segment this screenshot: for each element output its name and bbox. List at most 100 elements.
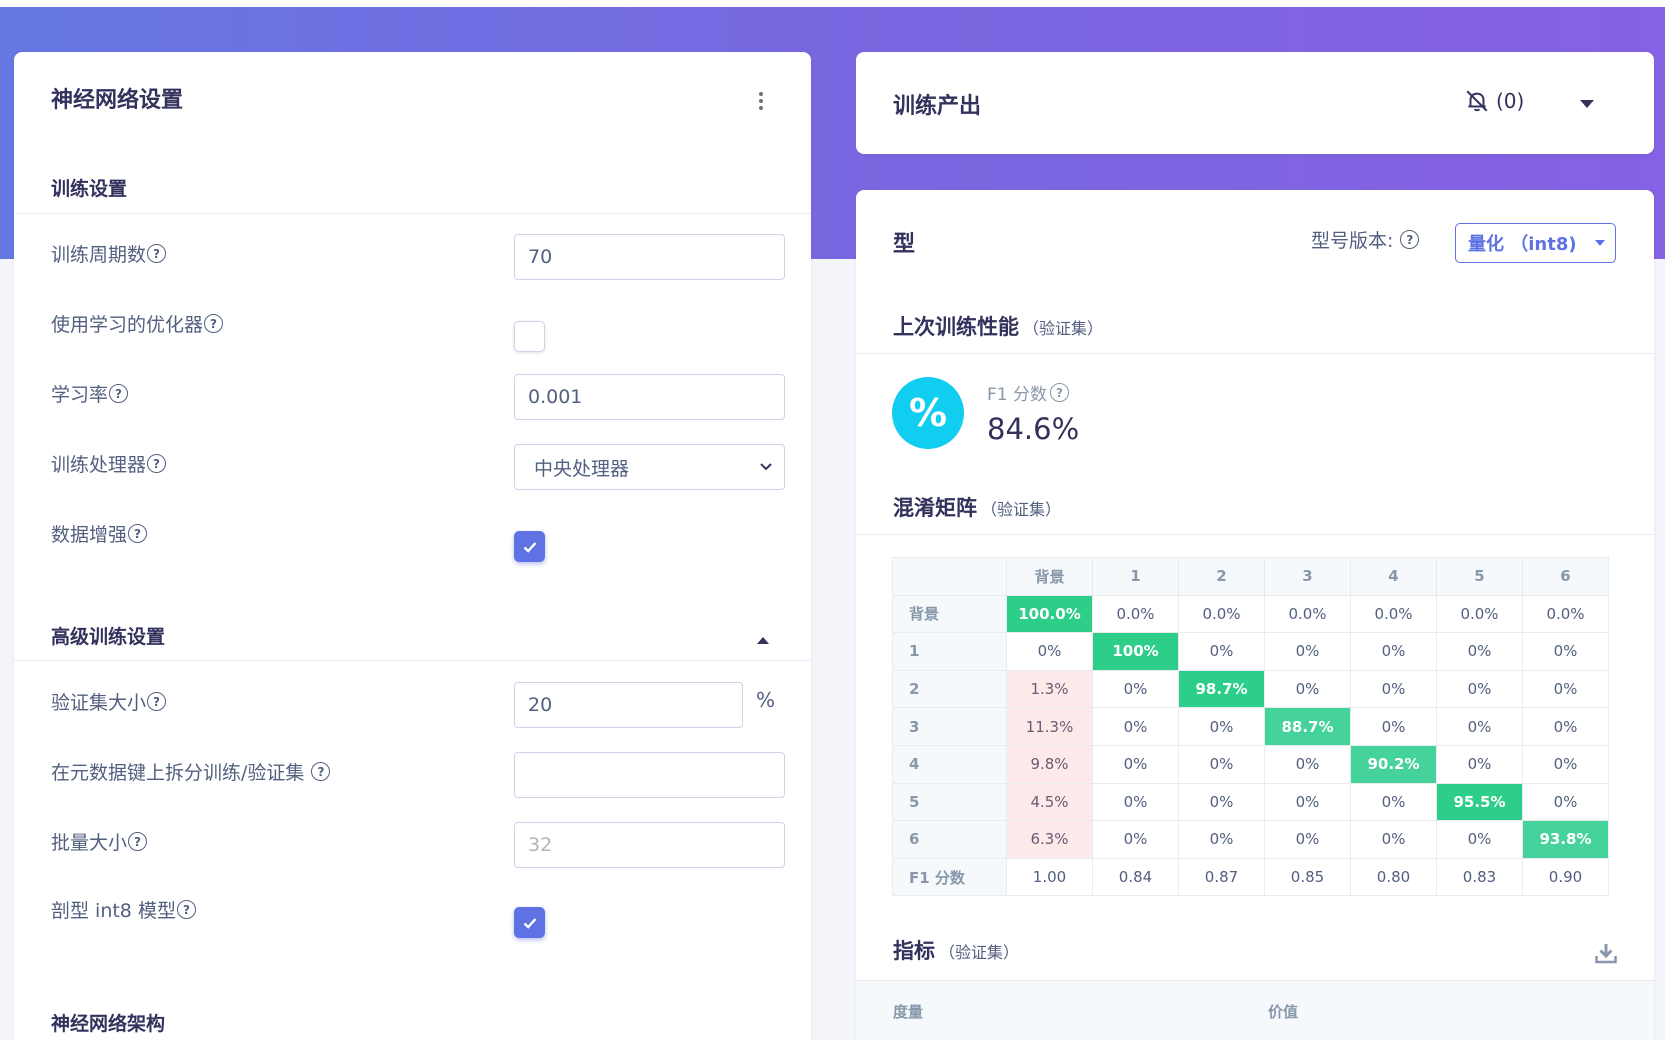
learned-optimizer-checkbox[interactable] — [514, 321, 545, 352]
processor-select[interactable]: 中央处理器 — [514, 444, 785, 490]
f1-score-row: F1 分数 1.00 0.84 0.87 0.85 0.80 0.83 0.90 — [892, 857, 1609, 897]
matrix-cell: 4.5% — [1006, 782, 1093, 822]
processor-label: 训练处理器? — [51, 450, 167, 477]
top-strip — [0, 0, 1665, 7]
matrix-cell: 0% — [1264, 669, 1351, 709]
validation-size-input[interactable]: 20 — [514, 682, 743, 728]
matrix-cell: 93.8% — [1522, 820, 1609, 859]
notifications-toggle[interactable]: (0) — [1464, 88, 1524, 114]
matrix-row-header: 1 — [892, 632, 1007, 671]
help-icon[interactable]: ? — [128, 524, 148, 543]
matrix-cell: 90.2% — [1350, 744, 1437, 784]
model-version-label: 型号版本: ? — [1311, 226, 1420, 253]
metrics-title: 指标 — [893, 939, 935, 963]
help-icon[interactable]: ? — [1050, 383, 1069, 402]
metrics-heading: 指标 （验证集） — [893, 935, 1019, 965]
matrix-cell: 0.0% — [1092, 594, 1179, 634]
processor-select-value: 中央处理器 — [534, 457, 630, 480]
help-icon[interactable]: ? — [109, 384, 129, 403]
learning-rate-label: 学习率? — [51, 380, 129, 407]
matrix-row-header: F1 分数 — [892, 857, 1007, 897]
help-icon[interactable]: ? — [204, 314, 224, 333]
help-icon[interactable]: ? — [147, 454, 167, 473]
help-icon[interactable]: ? — [147, 692, 167, 711]
notification-count: (0) — [1496, 89, 1525, 113]
epochs-label-text: 训练周期数 — [51, 244, 147, 266]
matrix-cell: 0.0% — [1436, 594, 1523, 634]
help-icon[interactable]: ? — [311, 762, 331, 781]
epochs-input[interactable]: 70 — [514, 234, 785, 280]
matrix-cell: 0% — [1522, 707, 1609, 746]
table-row: 5 4.5% 0% 0% 0% 0% 95.5% 0% — [892, 782, 1609, 822]
matrix-row-header: 2 — [892, 669, 1007, 709]
table-header-row: 背景 1 2 3 4 5 6 — [892, 557, 1609, 596]
split-key-label-text: 在元数据键上拆分训练/验证集 — [51, 762, 311, 784]
augmentation-label-text: 数据增强 — [51, 524, 128, 546]
matrix-cell: 0% — [1436, 820, 1523, 859]
matrix-cell: 0% — [1522, 669, 1609, 709]
f1-score-label: F1 分数 ? — [987, 380, 1069, 405]
help-icon[interactable]: ? — [176, 900, 196, 919]
matrix-cell: 0% — [1092, 744, 1179, 784]
matrix-cell: 0% — [1092, 820, 1179, 859]
matrix-row-header: 6 — [892, 820, 1007, 859]
matrix-cell: 0% — [1264, 782, 1351, 822]
chevron-down-icon — [760, 463, 772, 471]
table-row: 2 1.3% 0% 98.7% 0% 0% 0% 0% — [892, 669, 1609, 709]
profile-int8-label-text: 剖型 int8 模型 — [51, 900, 176, 922]
divider — [856, 534, 1654, 535]
model-version-label-text: 型号版本: — [1311, 230, 1394, 252]
help-icon[interactable]: ? — [128, 832, 148, 851]
training-output-card: 训练产出 (0) — [856, 52, 1654, 154]
f1-score-cell: 0.90 — [1522, 857, 1609, 897]
batch-size-input[interactable]: 32 — [514, 822, 785, 868]
matrix-cell: 0% — [1350, 782, 1437, 822]
matrix-cell: 0% — [1522, 632, 1609, 671]
profile-int8-checkbox[interactable] — [514, 907, 545, 938]
matrix-row-header: 背景 — [892, 594, 1007, 634]
matrix-cell: 98.7% — [1178, 669, 1265, 709]
matrix-cell: 100.0% — [1006, 594, 1093, 634]
matrix-cell: 100% — [1092, 632, 1179, 671]
collapse-icon[interactable] — [757, 637, 769, 644]
help-icon[interactable]: ? — [147, 244, 167, 263]
matrix-cell: 0% — [1522, 744, 1609, 784]
table-row: 4 9.8% 0% 0% 0% 90.2% 0% 0% — [892, 744, 1609, 784]
validation-size-label-text: 验证集大小 — [51, 692, 147, 714]
augmentation-checkbox[interactable] — [514, 531, 545, 562]
dropdown-caret-icon[interactable] — [1580, 100, 1594, 108]
matrix-column-header: 4 — [1350, 557, 1437, 596]
profile-int8-label: 剖型 int8 模型? — [51, 896, 196, 923]
metrics-note: （验证集） — [939, 943, 1020, 962]
percent-icon: % — [892, 377, 964, 449]
matrix-row-header: 5 — [892, 782, 1007, 822]
caret-down-icon — [1595, 240, 1605, 246]
matrix-cell: 0% — [1350, 820, 1437, 859]
matrix-cell: 0% — [1264, 744, 1351, 784]
matrix-cell: 0% — [1350, 669, 1437, 709]
f1-score-value: 84.6% — [987, 412, 1080, 446]
f1-label-text: F1 分数 — [987, 385, 1047, 405]
more-options-icon[interactable] — [751, 89, 771, 113]
download-icon[interactable] — [1595, 942, 1617, 964]
f1-score-cell: 0.85 — [1264, 857, 1351, 897]
help-icon[interactable]: ? — [1400, 230, 1420, 249]
divider — [856, 353, 1654, 354]
matrix-cell: 0% — [1178, 782, 1265, 822]
f1-score-cell: 0.83 — [1436, 857, 1523, 897]
matrix-cell: 0% — [1264, 820, 1351, 859]
matrix-cell: 0% — [1350, 632, 1437, 671]
percent-suffix: % — [756, 688, 776, 712]
table-row: 1 0% 100% 0% 0% 0% 0% 0% — [892, 632, 1609, 671]
split-key-input[interactable] — [514, 752, 785, 798]
matrix-cell: 0% — [1006, 632, 1093, 671]
batch-size-label-text: 批量大小 — [51, 832, 128, 854]
divider — [14, 660, 811, 661]
matrix-column-header: 6 — [1522, 557, 1609, 596]
matrix-row-header: 4 — [892, 744, 1007, 784]
learning-rate-input[interactable]: 0.001 — [514, 374, 785, 420]
learned-optimizer-label: 使用学习的优化器? — [51, 310, 224, 337]
f1-score-cell: 0.80 — [1350, 857, 1437, 897]
model-version-select[interactable]: 量化 （int8) — [1455, 223, 1616, 263]
matrix-cell: 88.7% — [1264, 707, 1351, 746]
